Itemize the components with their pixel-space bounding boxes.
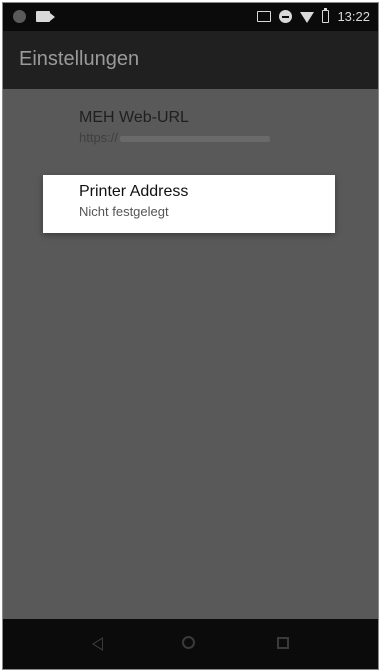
navigation-bar: [3, 619, 378, 669]
status-time: 13:22: [337, 9, 370, 24]
pref-web-url-title: MEH Web-URL: [79, 109, 189, 126]
cast-icon: [257, 11, 272, 22]
do-not-disturb-icon: [279, 10, 293, 23]
home-icon[interactable]: [182, 636, 195, 649]
back-icon[interactable]: [92, 637, 103, 651]
recent-apps-icon[interactable]: [277, 637, 289, 649]
app-toolbar: Einstellungen: [3, 31, 378, 89]
page-title: Einstellungen: [19, 48, 140, 70]
pref-printer-address-title: Printer Address: [79, 183, 189, 200]
pref-printer-address[interactable]: Printer Address Nicht festgelegt: [79, 183, 188, 219]
notification-dot-icon: [13, 10, 26, 23]
status-right-icons: 13:22: [257, 8, 370, 24]
status-bar: 13:22: [3, 3, 378, 31]
pref-printer-address-summary: Nicht festgelegt: [79, 204, 169, 219]
pref-web-url[interactable]: MEH Web-URL https://: [79, 109, 271, 145]
settings-list: MEH Web-URL https:// Printer Address Nic…: [3, 89, 378, 619]
printer-address-popup[interactable]: Printer Address Nicht festgelegt: [43, 175, 335, 233]
wifi-icon: [300, 12, 315, 23]
pref-web-url-summary: https://: [79, 130, 271, 145]
battery-icon: [322, 8, 330, 23]
device-frame: 13:22 Einstellungen MEH Web-URL https://…: [2, 2, 379, 670]
redacted-url-bar: [120, 135, 271, 142]
pref-web-url-value: https://: [79, 130, 119, 145]
status-left-icons: [13, 10, 55, 23]
video-camera-icon: [36, 11, 55, 22]
